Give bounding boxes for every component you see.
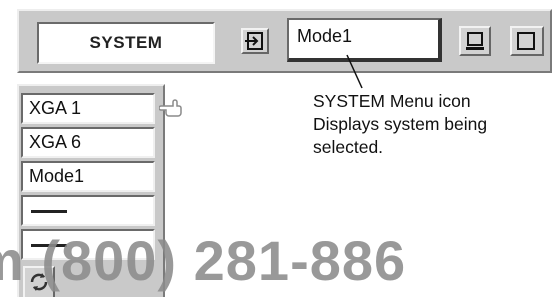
- list-item-label: XGA 6: [29, 132, 82, 152]
- callout-line-2: Displays system being: [313, 114, 488, 134]
- list-item-label: Mode1: [29, 166, 85, 186]
- hand-pointer-icon: [159, 99, 182, 117]
- list-item-blank[interactable]: [21, 195, 155, 226]
- callout-line-3: selected.: [313, 137, 384, 157]
- callout-line-1: SYSTEM Menu icon: [313, 91, 471, 111]
- watermark-text: m (800) 281-886: [0, 229, 407, 292]
- callout-text: SYSTEM Menu icon Displays system being s…: [313, 90, 548, 159]
- list-item[interactable]: Mode1: [21, 161, 155, 192]
- blank-dash: [31, 210, 67, 213]
- list-item-label: XGA 1: [29, 98, 82, 118]
- list-item[interactable]: XGA 1: [21, 93, 155, 124]
- list-item[interactable]: XGA 6: [21, 127, 155, 158]
